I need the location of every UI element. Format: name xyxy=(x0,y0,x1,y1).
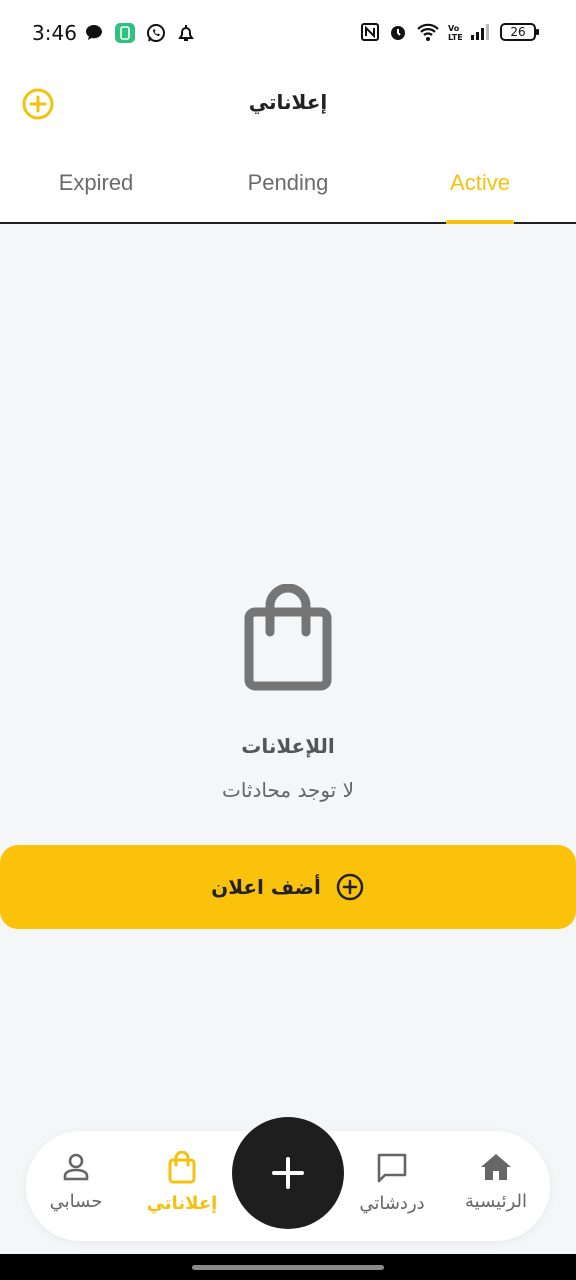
bell-icon xyxy=(178,25,194,41)
chat-bubble-icon xyxy=(86,25,102,40)
app-bar: إعلاناتي xyxy=(0,66,576,142)
nav-label-my-ads: إعلاناتي xyxy=(146,1193,218,1214)
svg-text:Vo: Vo xyxy=(448,24,460,33)
plus-icon xyxy=(272,1157,304,1189)
add-ad-button-label: أضف اعلان xyxy=(211,875,321,899)
app-notification-icon xyxy=(115,23,135,43)
volte-icon: VoLTE xyxy=(448,24,462,42)
home-icon xyxy=(481,1154,511,1180)
nav-item-account[interactable]: حسابي xyxy=(26,1131,126,1241)
tab-expired[interactable]: Expired xyxy=(16,170,176,196)
status-bar: 3:46 Vo LTE 26 xyxy=(0,0,576,66)
add-fab-button[interactable] xyxy=(232,1117,344,1229)
signal-icon xyxy=(471,24,489,40)
whatsapp-icon xyxy=(147,24,165,42)
nav-label-account: حسابي xyxy=(49,1191,103,1212)
person-icon xyxy=(63,1153,89,1181)
status-time: 3:46 xyxy=(32,21,77,45)
shopping-bag-icon xyxy=(244,584,332,691)
gesture-navigation-area xyxy=(0,1254,576,1280)
shopping-bag-icon xyxy=(168,1151,196,1184)
nfc-icon xyxy=(361,23,379,41)
nav-label-home: الرئيسية xyxy=(465,1191,527,1212)
add-ad-button[interactable]: أضف اعلان xyxy=(0,845,576,929)
plus-circle-icon xyxy=(336,873,364,901)
empty-state-title: اللإعلانات xyxy=(241,734,335,758)
svg-text:LTE: LTE xyxy=(448,33,462,42)
notification-icons xyxy=(84,22,196,44)
tab-active[interactable]: Active xyxy=(400,170,560,196)
tab-pending[interactable]: Pending xyxy=(208,170,368,196)
empty-state-subtitle: لا توجد محادثات xyxy=(222,778,354,802)
active-tab-indicator xyxy=(446,220,514,224)
nav-item-my-ads[interactable]: إعلاناتي xyxy=(132,1131,232,1241)
wifi-icon xyxy=(417,23,439,41)
nav-item-home[interactable]: الرئيسية xyxy=(446,1131,546,1241)
battery-icon: 26 xyxy=(500,23,539,41)
tab-bar: Expired Pending Active xyxy=(0,142,576,224)
system-icons: Vo LTE 26 xyxy=(360,22,539,42)
home-gesture-bar[interactable] xyxy=(192,1265,384,1270)
chat-icon xyxy=(377,1153,407,1183)
page-title: إعلاناتي xyxy=(248,90,328,114)
nav-item-chats[interactable]: دردشاتي xyxy=(342,1131,442,1241)
nav-label-chats: دردشاتي xyxy=(359,1193,425,1214)
alarm-icon xyxy=(391,26,405,40)
